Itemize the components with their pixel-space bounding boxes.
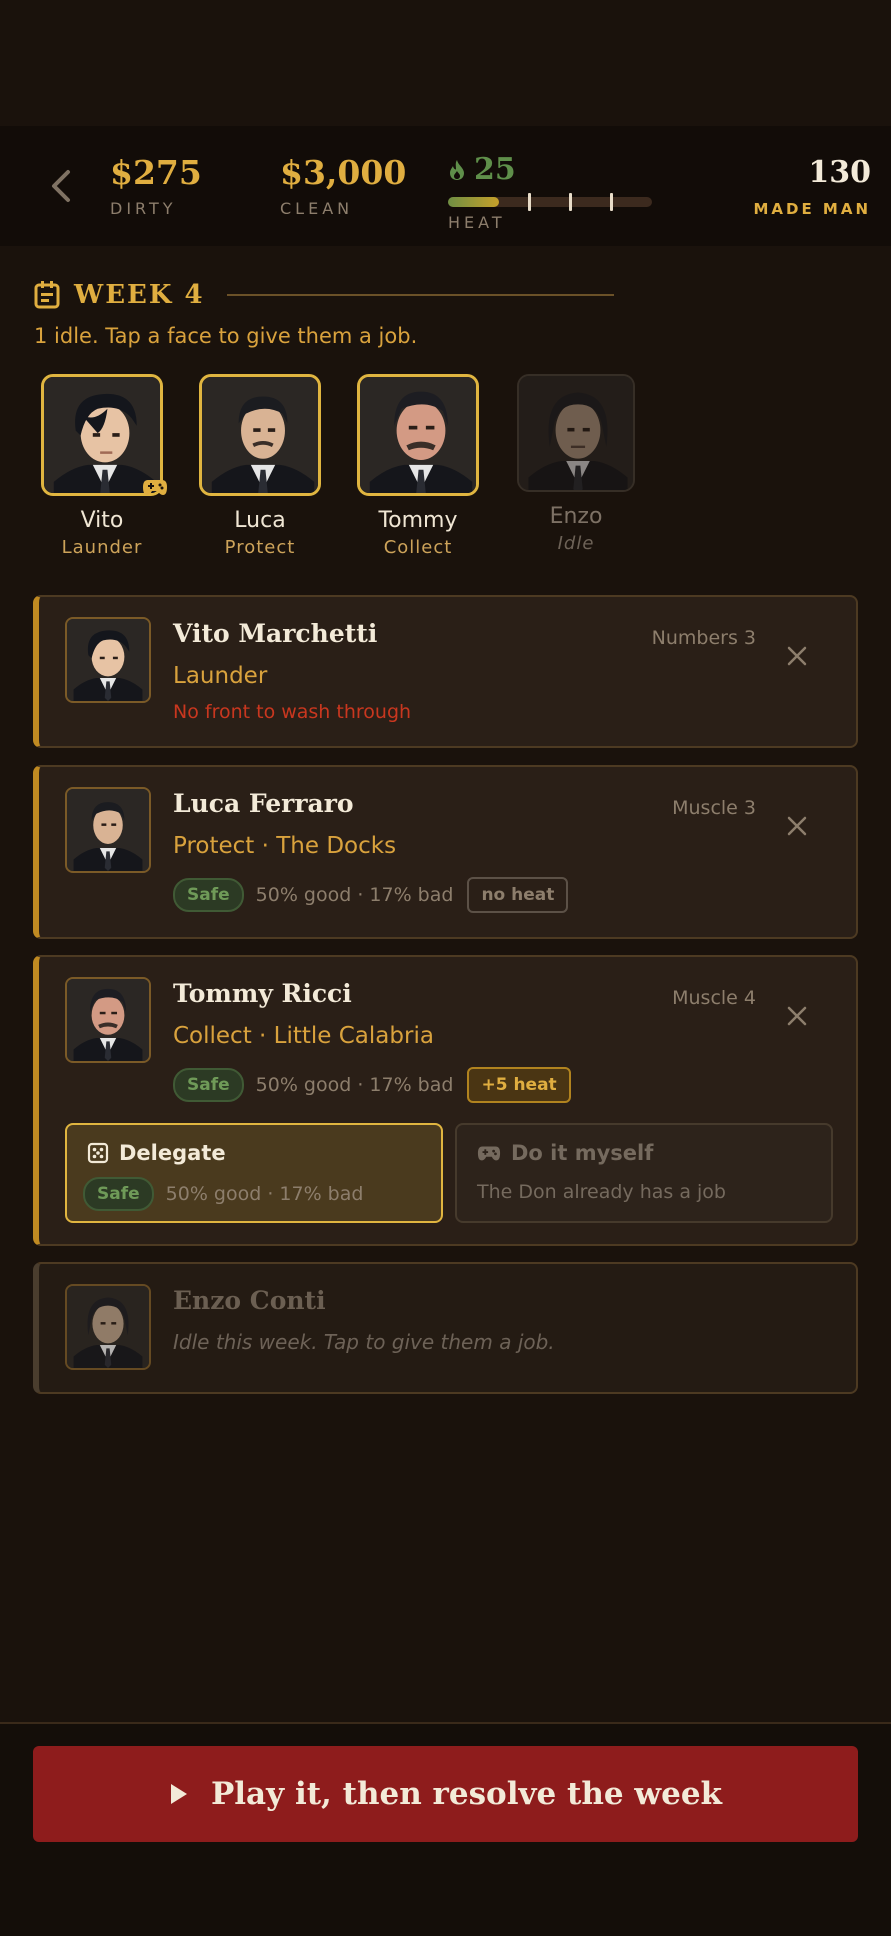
card-task: Collect · Little Calabria (173, 1023, 434, 1049)
card-warning: No front to wash through (173, 701, 412, 723)
card-name: Tommy Ricci (173, 979, 352, 1008)
heat-tick (610, 193, 613, 211)
flame-icon (450, 159, 464, 180)
safety-badge: Safe (173, 878, 244, 912)
crew-name: Luca (234, 508, 286, 533)
heat-bar-fill (448, 197, 499, 207)
gamepad-icon (143, 480, 167, 495)
odds-text: 50% good · 17% bad (165, 1183, 364, 1205)
clean-money-value: $3,000 (280, 153, 407, 192)
job-card-tommy[interactable]: Tommy Ricci Muscle 4 Collect · Little Ca… (33, 955, 858, 1246)
avatar (357, 374, 479, 496)
rank-label: MADE MAN (753, 200, 871, 218)
card-skill: Numbers 3 (651, 627, 756, 649)
job-card-vito[interactable]: Vito Marchetti Numbers 3 Launder No fron… (33, 595, 858, 748)
week-header: WEEK 4 (34, 278, 614, 312)
safety-badge: Safe (173, 1068, 244, 1102)
job-card-luca[interactable]: Luca Ferraro Muscle 3 Protect · The Dock… (33, 765, 858, 939)
crew-name: Vito (80, 508, 124, 533)
odds-text: 50% good · 17% bad (255, 1074, 454, 1096)
card-name: Luca Ferraro (173, 789, 354, 818)
card-skill: Muscle 4 (672, 987, 756, 1009)
avatar (65, 787, 151, 873)
crew-job: Protect (224, 537, 296, 558)
job-card-enzo[interactable]: Enzo Conti Idle this week. Tap to give t… (33, 1262, 858, 1394)
week-hint: 1 idle. Tap a face to give them a job. (34, 324, 418, 348)
crew-name: Enzo (549, 504, 603, 529)
heat-value: 25 (474, 152, 516, 187)
heat-bar (448, 193, 652, 211)
heat-tick (528, 193, 531, 211)
crew-job: Launder (61, 537, 143, 558)
play-resolve-week-button[interactable]: Play it, then resolve the week (33, 1746, 858, 1842)
avatar (199, 374, 321, 496)
gamepad-icon (477, 1146, 501, 1161)
close-icon[interactable] (786, 1005, 808, 1027)
back-chevron-icon[interactable] (44, 166, 78, 206)
crew-tommy[interactable]: Tommy Collect (356, 374, 480, 558)
safety-badge: Safe (83, 1177, 154, 1211)
do-it-myself-label: Do it myself (511, 1141, 654, 1165)
dirty-money-value: $275 (110, 153, 202, 192)
heat-badge: no heat (467, 877, 569, 913)
card-task: Launder (173, 663, 268, 689)
card-task: Protect · The Docks (173, 833, 397, 859)
avatar (65, 617, 151, 703)
close-icon[interactable] (786, 645, 808, 667)
clean-money: $3,000 CLEAN (280, 156, 406, 218)
delegate-label: Delegate (119, 1141, 226, 1165)
status-bar: $275 DIRTY $3,000 CLEAN 25 HEAT 130 MADE… (0, 126, 891, 246)
divider (226, 294, 614, 296)
card-idle-hint: Idle this week. Tap to give them a job. (173, 1330, 555, 1354)
delegate-option[interactable]: Delegate Safe 50% good · 17% bad (65, 1123, 443, 1223)
crew-vito[interactable]: Vito Launder (40, 374, 164, 558)
clean-money-label: CLEAN (280, 199, 354, 218)
card-skill: Muscle 3 (672, 797, 756, 819)
heat-meter: 25 HEAT (448, 152, 653, 232)
rank-value: 130 (808, 155, 871, 190)
heat-tick (569, 193, 572, 211)
close-icon[interactable] (786, 815, 808, 837)
avatar (65, 1284, 151, 1370)
avatar (65, 977, 151, 1063)
card-name: Vito Marchetti (173, 619, 378, 648)
cta-label: Play it, then resolve the week (210, 1776, 723, 1812)
rank: 130 MADE MAN (753, 155, 871, 219)
crew-name: Tommy (378, 508, 458, 533)
do-it-myself-option[interactable]: Do it myself The Don already has a job (455, 1123, 833, 1223)
crew-enzo[interactable]: Enzo Idle (514, 374, 638, 554)
dice-icon (87, 1142, 109, 1164)
odds-text: 50% good · 17% bad (255, 884, 454, 906)
week-title: WEEK 4 (74, 280, 205, 310)
heat-badge: +5 heat (467, 1067, 571, 1103)
dirty-money: $275 DIRTY (110, 156, 202, 218)
card-name: Enzo Conti (173, 1286, 326, 1315)
play-icon (170, 1784, 187, 1804)
crew-job: Idle (557, 533, 595, 554)
heat-label: HEAT (448, 213, 506, 232)
avatar (517, 374, 635, 492)
card-stats: Safe 50% good · 17% bad +5 heat (173, 1067, 571, 1103)
do-it-myself-note: The Don already has a job (477, 1181, 726, 1203)
dirty-money-label: DIRTY (110, 199, 177, 218)
crew-job: Collect (383, 537, 453, 558)
calendar-icon (34, 281, 60, 309)
crew-luca[interactable]: Luca Protect (198, 374, 322, 558)
card-stats: Safe 50% good · 17% bad no heat (173, 877, 569, 913)
